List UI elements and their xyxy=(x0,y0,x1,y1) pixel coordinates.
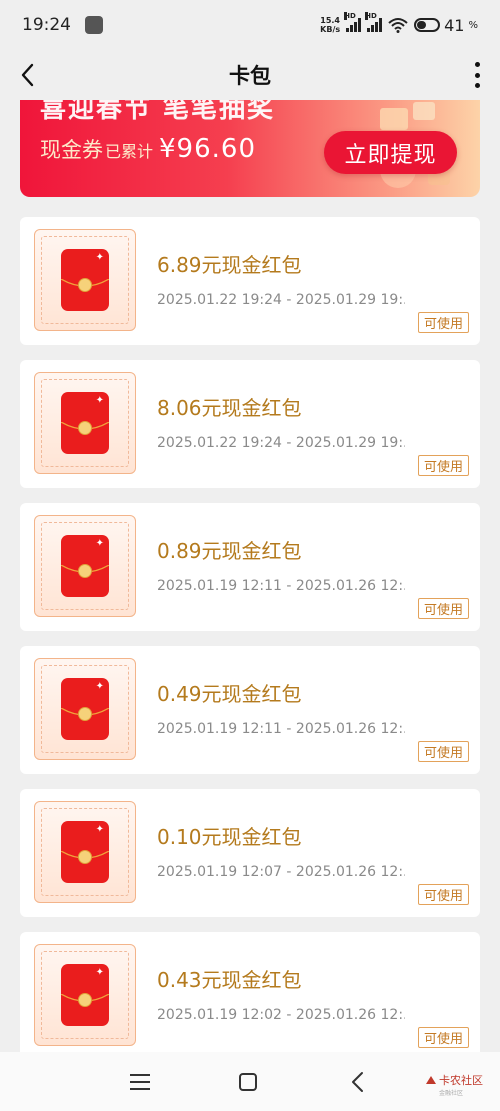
page-title: 卡包 xyxy=(229,64,271,88)
cash-voucher-banner: 喜迎春节 笔笔抽奖 现金券 已累计 ¥96.60 立即提现 xyxy=(20,100,480,197)
status-badge[interactable]: 可使用 xyxy=(418,741,469,762)
app-notification-icon xyxy=(85,16,103,34)
coupon-title: 0.49元现金红包 xyxy=(157,682,302,706)
menu-icon[interactable] xyxy=(130,1074,150,1090)
coupon-thumbnail: ✦ xyxy=(34,515,136,617)
accumulated-label: 已累计 xyxy=(105,142,154,161)
network-speed: 15.4 KB/s xyxy=(320,16,341,34)
status-badge[interactable]: 可使用 xyxy=(418,455,469,476)
red-envelope-icon: ✦ xyxy=(61,535,109,597)
back-arrow-icon[interactable] xyxy=(16,62,42,88)
signal-icon-2: HD xyxy=(365,12,383,32)
home-icon[interactable] xyxy=(239,1073,257,1091)
battery-unit: % xyxy=(468,19,478,31)
coupon-validity: 2025.01.19 12:11 - 2025.01.26 12:... xyxy=(157,578,405,594)
status-badge[interactable]: 可使用 xyxy=(418,884,469,905)
coupon-thumbnail: ✦ xyxy=(34,658,136,760)
watermark: 卡农社区 金融社区 xyxy=(425,1072,483,1097)
clock: 19:24 xyxy=(22,15,71,35)
coupon-title: 6.89元现金红包 xyxy=(157,253,302,277)
more-vertical-icon[interactable] xyxy=(472,62,482,88)
wifi-icon xyxy=(388,18,408,33)
watermark-name: 卡农社区 xyxy=(439,1074,483,1087)
coupon-card[interactable]: ✦ 0.89元现金红包 2025.01.19 12:11 - 2025.01.2… xyxy=(20,503,480,631)
status-badge[interactable]: 可使用 xyxy=(418,598,469,619)
red-envelope-icon: ✦ xyxy=(61,678,109,740)
coupon-card[interactable]: ✦ 0.49元现金红包 2025.01.19 12:11 - 2025.01.2… xyxy=(20,646,480,774)
banner-headline: 喜迎春节 笔笔抽奖 xyxy=(40,100,276,124)
watermark-sub: 金融社区 xyxy=(439,1090,464,1097)
status-badge[interactable]: 可使用 xyxy=(418,312,469,333)
coupon-title: 0.89元现金红包 xyxy=(157,539,302,563)
coupon-thumbnail: ✦ xyxy=(34,801,136,903)
coupon-validity: 2025.01.19 12:07 - 2025.01.26 12:... xyxy=(157,864,405,880)
coupon-thumbnail: ✦ xyxy=(34,229,136,331)
back-nav-icon[interactable] xyxy=(348,1071,368,1093)
red-envelope-icon: ✦ xyxy=(61,392,109,454)
withdraw-button[interactable]: 立即提现 xyxy=(324,131,457,174)
coupon-card[interactable]: ✦ 0.43元现金红包 2025.01.19 12:02 - 2025.01.2… xyxy=(20,932,480,1060)
coupon-card[interactable]: ✦ 8.06元现金红包 2025.01.22 19:24 - 2025.01.2… xyxy=(20,360,480,488)
red-envelope-icon: ✦ xyxy=(61,249,109,311)
top-app-bar: 卡包 xyxy=(0,50,500,100)
coupon-validity: 2025.01.22 19:24 - 2025.01.29 19:... xyxy=(157,292,405,308)
watermark-logo-icon xyxy=(426,1076,436,1084)
status-badge[interactable]: 可使用 xyxy=(418,1027,469,1048)
coupon-title: 0.43元现金红包 xyxy=(157,968,302,992)
battery-level: 41 xyxy=(444,15,465,35)
battery-indicator: 41 % xyxy=(414,16,478,35)
coupon-title: 0.10元现金红包 xyxy=(157,825,302,849)
voucher-label: 现金券 xyxy=(40,138,103,162)
signal-icon: HD xyxy=(344,12,362,32)
battery-icon xyxy=(414,18,441,32)
coupon-thumbnail: ✦ xyxy=(34,944,136,1046)
coupon-validity: 2025.01.22 19:24 - 2025.01.29 19:... xyxy=(157,435,405,451)
status-bar: 19:24 15.4 KB/s HD HD 41 % xyxy=(0,0,500,50)
coupon-validity: 2025.01.19 12:11 - 2025.01.26 12:... xyxy=(157,721,405,737)
red-envelope-icon: ✦ xyxy=(61,964,109,1026)
system-nav-bar: 卡农社区 金融社区 xyxy=(0,1052,500,1111)
coupon-title: 8.06元现金红包 xyxy=(157,396,302,420)
coupon-thumbnail: ✦ xyxy=(34,372,136,474)
coupon-validity: 2025.01.19 12:02 - 2025.01.26 12:... xyxy=(157,1007,405,1023)
red-envelope-icon: ✦ xyxy=(61,821,109,883)
coupon-card[interactable]: ✦ 0.10元现金红包 2025.01.19 12:07 - 2025.01.2… xyxy=(20,789,480,917)
coupon-card[interactable]: ✦ 6.89元现金红包 2025.01.22 19:24 - 2025.01.2… xyxy=(20,217,480,345)
accumulated-amount: ¥96.60 xyxy=(159,134,256,164)
